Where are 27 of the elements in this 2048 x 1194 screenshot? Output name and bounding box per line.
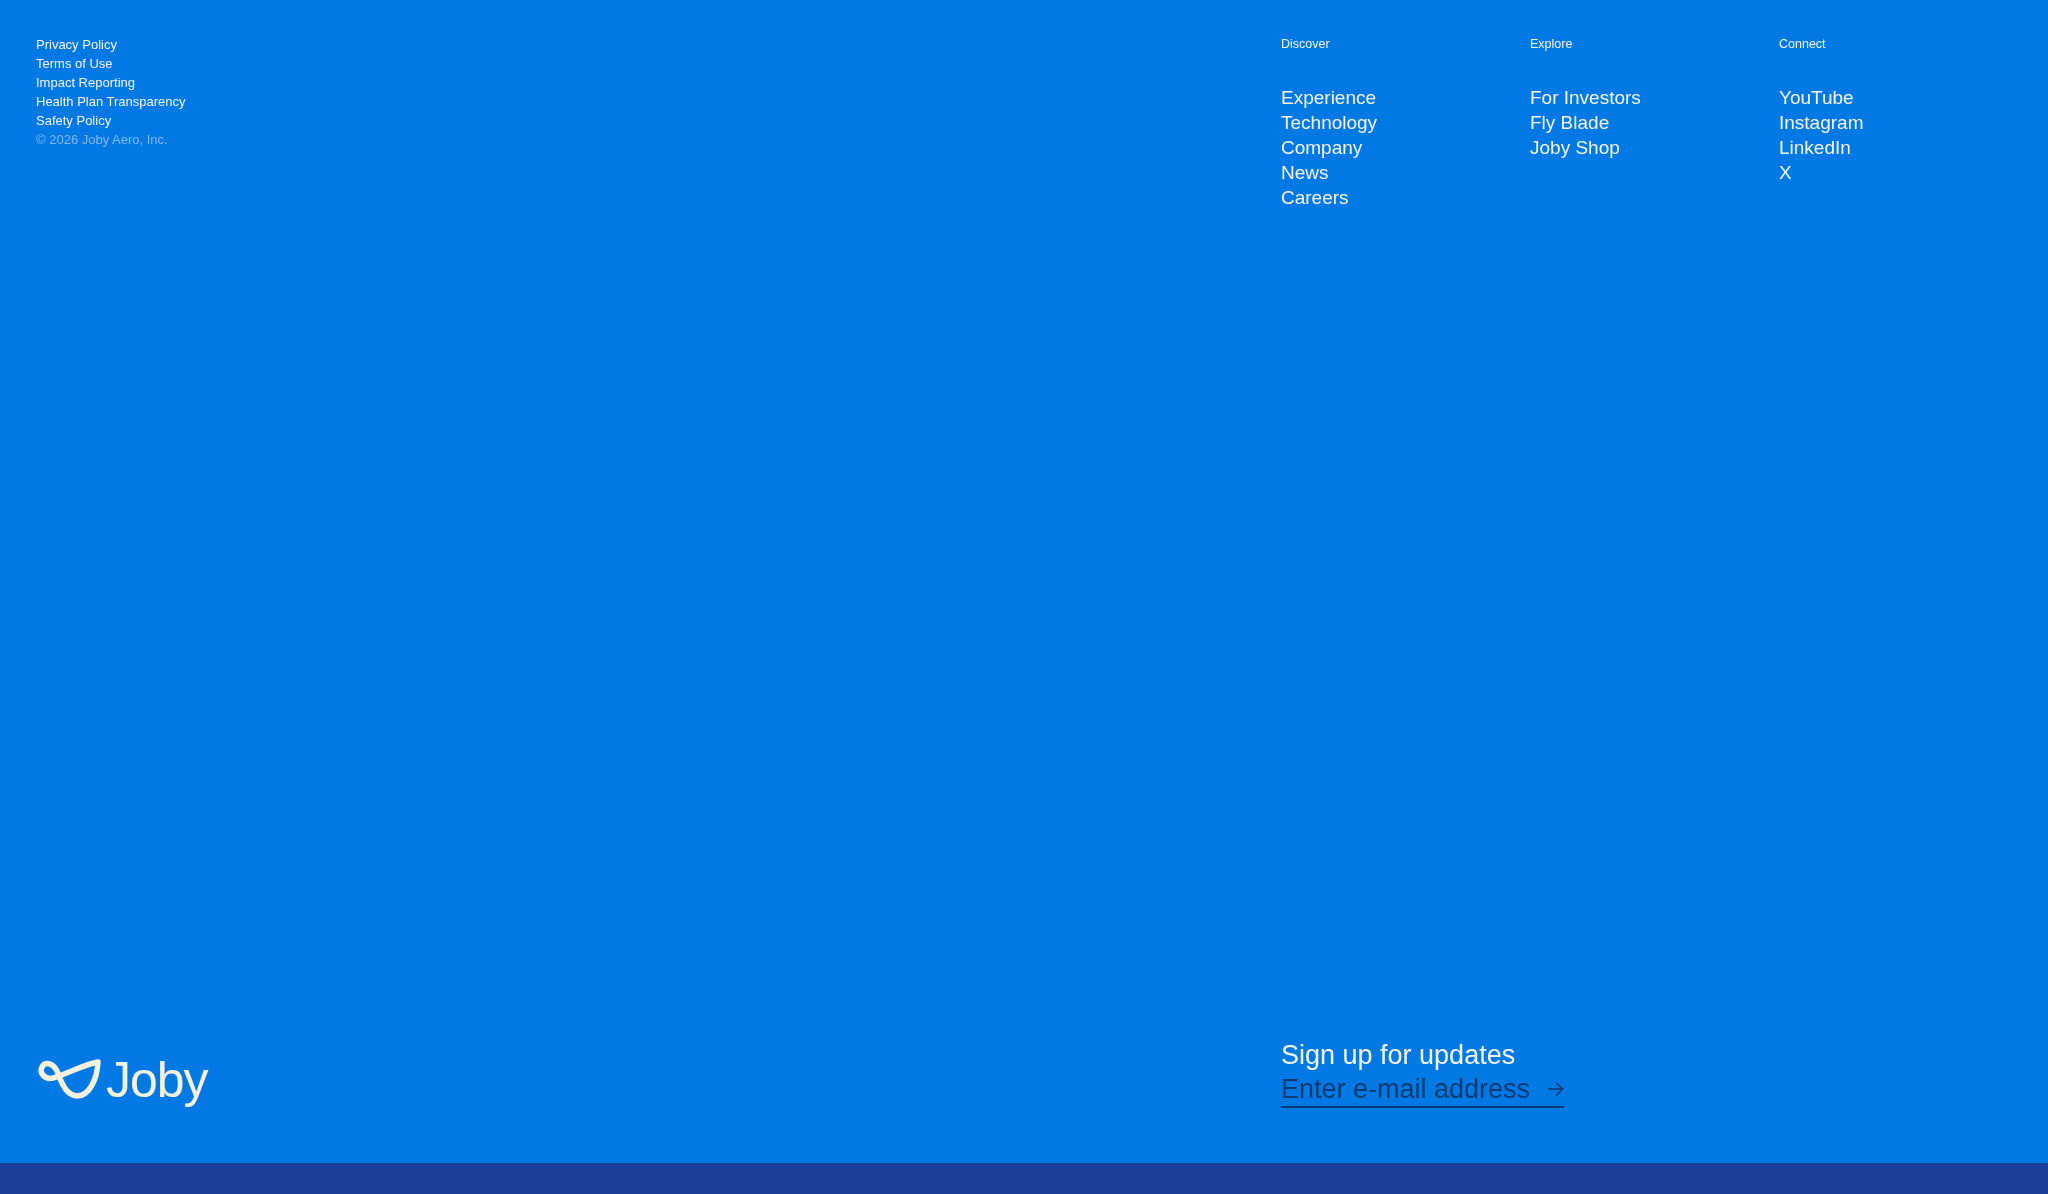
copyright-text: © 2026 Joby Aero, Inc. — [36, 131, 168, 149]
logo-icon — [36, 1058, 102, 1102]
nav-link[interactable]: Company — [1281, 135, 1363, 160]
nav-link[interactable]: YouTube — [1779, 85, 1854, 110]
column-heading: Discover — [1281, 36, 1330, 53]
nav-link[interactable]: Fly Blade — [1530, 110, 1610, 135]
email-field[interactable]: Enter e-mail address — [1281, 1072, 1564, 1108]
arrow-right-icon — [1548, 1082, 1564, 1096]
column-heading: Connect — [1779, 36, 1826, 53]
nav-link[interactable]: Careers — [1281, 185, 1349, 210]
column-heading: Explore — [1530, 36, 1573, 53]
nav-link[interactable]: Joby Shop — [1530, 135, 1620, 160]
submit-button[interactable] — [1548, 1082, 1564, 1096]
logo-wordmark: Joby — [106, 1054, 208, 1106]
nav-link[interactable]: Technology — [1281, 110, 1378, 135]
nav-link[interactable]: For Investors — [1530, 85, 1641, 110]
nav-link[interactable]: News — [1281, 160, 1329, 185]
nav-link[interactable]: Experience — [1281, 85, 1377, 110]
footer-link[interactable]: Privacy Policy — [36, 35, 117, 54]
footer-link[interactable]: Impact Reporting — [36, 73, 135, 92]
nav-link[interactable]: Instagram — [1779, 110, 1864, 135]
nav-link[interactable]: LinkedIn — [1779, 135, 1851, 160]
nav-link[interactable]: X — [1779, 160, 1792, 185]
footer-link[interactable]: Health Plan Transparency — [36, 92, 186, 111]
footer-link[interactable]: Terms of Use — [36, 54, 113, 73]
footer-link[interactable]: Safety Policy — [36, 111, 112, 130]
signup-title: Sign up for updates — [1281, 1039, 1516, 1072]
